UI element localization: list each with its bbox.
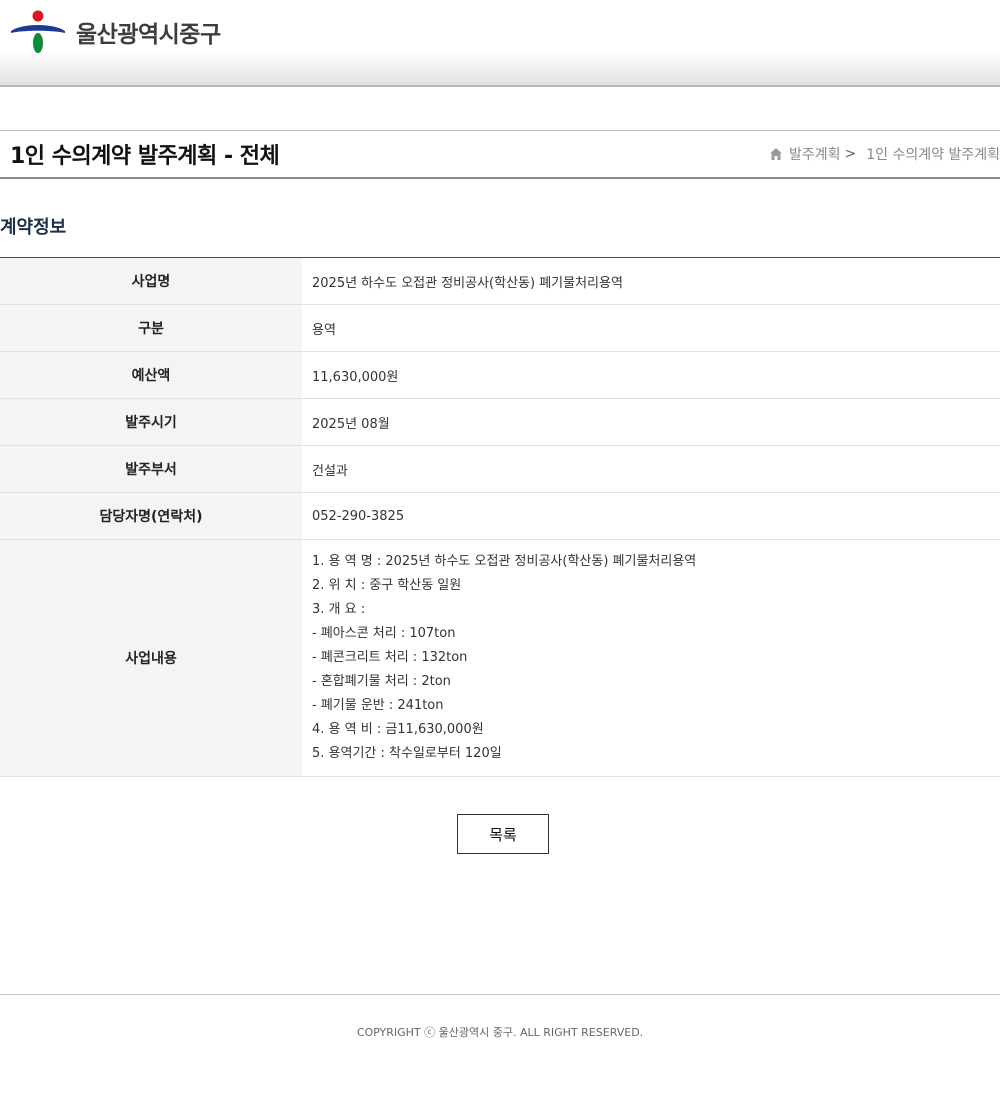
project-content: 1. 용 역 명 : 2025년 하수도 오접관 정비공사(학산동) 폐기물처리… [302, 539, 1000, 777]
table-row: 발주부서 건설과 [0, 445, 1000, 493]
site-header: 울산광역시중구 [0, 0, 1000, 87]
row-label: 사업내용 [0, 539, 302, 777]
content-line: 4. 용 역 비 : 금11,630,000원 [312, 722, 484, 737]
table-row: 구분 용역 [0, 304, 1000, 352]
row-value: 2025년 하수도 오접관 정비공사(학산동) 폐기물처리용역 [302, 257, 1000, 305]
content-line: - 혼합폐기물 처리 : 2ton [312, 674, 451, 689]
content-line: 3. 개 요 : [312, 602, 366, 617]
content-line: - 폐콘크리트 처리 : 132ton [312, 650, 468, 665]
table-row: 사업명 2025년 하수도 오접관 정비공사(학산동) 폐기물처리용역 [0, 257, 1000, 305]
home-icon[interactable] [769, 147, 783, 161]
table-row: 예산액 11,630,000원 [0, 351, 1000, 399]
row-value: 052-290-3825 [302, 492, 1000, 540]
row-value: 2025년 08월 [302, 398, 1000, 446]
page-title-bar: 1인 수의계약 발주계획 - 전체 발주계획 > 1인 수의계약 발주계획 [0, 130, 1000, 179]
row-value: 건설과 [302, 445, 1000, 493]
breadcrumb: 발주계획 > 1인 수의계약 발주계획 [769, 144, 1000, 164]
page-title: 1인 수의계약 발주계획 - 전체 [10, 144, 280, 169]
row-label: 발주시기 [0, 398, 302, 446]
breadcrumb-separator: > [844, 146, 857, 162]
row-label: 담당자명(연락처) [0, 492, 302, 540]
row-label: 구분 [0, 304, 302, 352]
content-line: 5. 용역기간 : 착수일로부터 120일 [312, 746, 502, 761]
table-row: 담당자명(연락처) 052-290-3825 [0, 492, 1000, 540]
footer: COPYRIGHT ⓒ 울산광역시 중구. ALL RIGHT RESERVED… [0, 994, 1000, 1040]
contract-info-table: 사업명 2025년 하수도 오접관 정비공사(학산동) 폐기물처리용역 구분 용… [0, 257, 1000, 777]
list-button[interactable]: 목록 [457, 814, 549, 854]
table-row-content: 사업내용 1. 용 역 명 : 2025년 하수도 오접관 정비공사(학산동) … [0, 539, 1000, 777]
breadcrumb-item-order-plan[interactable]: 발주계획 [789, 144, 841, 164]
content-line: - 폐기물 운반 : 241ton [312, 698, 444, 713]
row-label: 예산액 [0, 351, 302, 399]
junggu-emblem-icon [11, 10, 65, 53]
copyright-text: COPYRIGHT ⓒ 울산광역시 중구. ALL RIGHT RESERVED… [356, 1026, 644, 1039]
logo-text: 울산광역시중구 [76, 22, 221, 48]
site-logo[interactable]: 울산광역시중구 [10, 10, 221, 54]
breadcrumb-item-current[interactable]: 1인 수의계약 발주계획 [866, 144, 1000, 164]
row-label: 사업명 [0, 257, 302, 305]
content-line: - 폐아스콘 처리 : 107ton [312, 626, 456, 641]
table-row: 발주시기 2025년 08월 [0, 398, 1000, 446]
row-label: 발주부서 [0, 445, 302, 493]
content-line: 2. 위 치 : 중구 학산동 일원 [312, 578, 462, 593]
content-line: 1. 용 역 명 : 2025년 하수도 오접관 정비공사(학산동) 폐기물처리… [312, 554, 697, 569]
row-value: 11,630,000원 [302, 351, 1000, 399]
row-value: 용역 [302, 304, 1000, 352]
section-title: 계약정보 [0, 217, 67, 238]
